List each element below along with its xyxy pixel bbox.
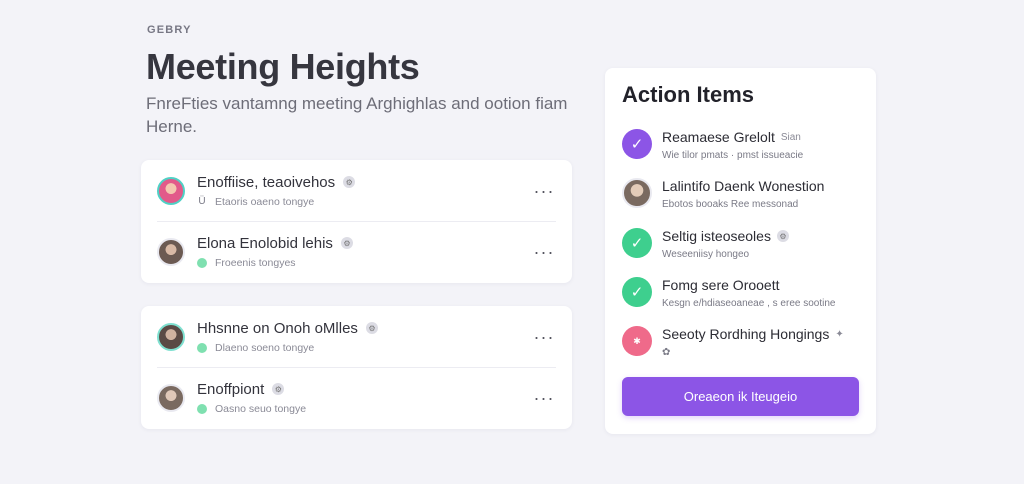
check-icon[interactable]: ✓: [622, 277, 652, 307]
flag-icon[interactable]: ✱: [622, 326, 652, 356]
action-meta: Wie tilor pmats · pmst issueacie: [662, 150, 804, 161]
action-suffix: Sian: [780, 131, 801, 143]
meeting-title: Hhsnne on Onoh oMlles: [197, 319, 358, 337]
action-title: Seeoty Rordhing Hongings: [662, 326, 830, 342]
meeting-title: Elona Enolobid lehis: [197, 234, 333, 252]
meeting-title: Enoffpiont: [197, 380, 265, 398]
status-dot-icon: [197, 342, 207, 353]
create-action-button[interactable]: Oreaeon ik Iteugeio: [622, 377, 859, 416]
action-title: Seltig isteoseoles: [662, 228, 771, 244]
meeting-row[interactable]: Hhsnne on Onoh oMlles ⚙ Dlaeno soeno ton…: [141, 306, 572, 367]
meeting-meta: Etaoris oaeno tongye: [215, 195, 315, 208]
meetings-card-2: Hhsnne on Onoh oMlles ⚙ Dlaeno soeno ton…: [141, 306, 572, 429]
action-meta: ✿: [662, 347, 671, 358]
avatar: [157, 237, 185, 266]
avatar: [157, 383, 185, 412]
info-icon: ⚙: [272, 383, 285, 395]
check-icon[interactable]: ✓: [622, 129, 652, 159]
action-items-panel: Action Items ✓ Reamaese Grelolt Sian Wie…: [605, 68, 876, 434]
avatar: [157, 176, 185, 205]
meeting-title: Enoffiise, teaoivehos: [197, 173, 336, 191]
meetings-card-1: Enoffiise, teaoivehos ⚙ Ü Etaoris oaeno …: [141, 160, 572, 283]
action-meta: Kesgn e/hdiaseoaneae , s eree sootine: [662, 298, 836, 309]
check-icon[interactable]: ✓: [622, 228, 652, 258]
action-item[interactable]: ✓ Seltig isteoseoles ⚙ Weseeniisy hongeo: [622, 228, 862, 260]
more-icon[interactable]: ···: [532, 182, 556, 200]
status-dot-icon: [197, 403, 207, 414]
avatar: [157, 322, 185, 351]
action-item[interactable]: ✓ Reamaese Grelolt Sian Wie tilor pmats …: [622, 129, 862, 161]
meeting-row[interactable]: Elona Enolobid lehis ⚙ Froeenis tongyes …: [141, 221, 572, 282]
meeting-row[interactable]: Enoffiise, teaoivehos ⚙ Ü Etaoris oaeno …: [141, 160, 572, 221]
page-subtitle: FnreFties vantamng meeting Arghighlas an…: [146, 94, 568, 136]
meeting-meta: Oasno seuo tongye: [215, 402, 307, 415]
status-dot-icon: [197, 257, 207, 268]
page-title: Meeting Heights: [146, 46, 420, 87]
emoji-icon: ✦: [835, 328, 844, 340]
eyebrow-label: GEBRY: [147, 24, 192, 36]
panel-title: Action Items: [622, 82, 755, 107]
info-icon: ⚙: [340, 237, 353, 249]
meeting-meta: Dlaeno soeno tongye: [215, 341, 315, 354]
meta-icon: Ü: [198, 196, 206, 207]
action-title: Lalintifo Daenk Wonestion: [662, 178, 825, 194]
more-icon[interactable]: ···: [532, 328, 556, 346]
info-icon: ⚙: [776, 230, 789, 242]
avatar: [622, 178, 652, 208]
more-icon[interactable]: ···: [532, 389, 556, 407]
more-icon[interactable]: ···: [532, 243, 556, 261]
action-meta: Weseeniisy hongeo: [662, 249, 750, 260]
info-icon: ⚙: [343, 176, 356, 188]
action-meta: Ebotos booaks Ree messonad: [662, 199, 799, 210]
action-item[interactable]: ✓ Fomg sere Orooett Kesgn e/hdiaseoaneae…: [622, 277, 862, 309]
info-icon: ⚙: [365, 322, 378, 334]
action-item[interactable]: Lalintifo Daenk Wonestion Ebotos booaks …: [622, 178, 862, 210]
action-item[interactable]: ✱ Seeoty Rordhing Hongings ✦ ✿: [622, 326, 862, 358]
action-title: Fomg sere Orooett: [662, 277, 780, 293]
meeting-row[interactable]: Enoffpiont ⚙ Oasno seuo tongye ···: [141, 367, 572, 428]
action-title: Reamaese Grelolt: [662, 129, 775, 145]
meeting-meta: Froeenis tongyes: [215, 256, 296, 269]
